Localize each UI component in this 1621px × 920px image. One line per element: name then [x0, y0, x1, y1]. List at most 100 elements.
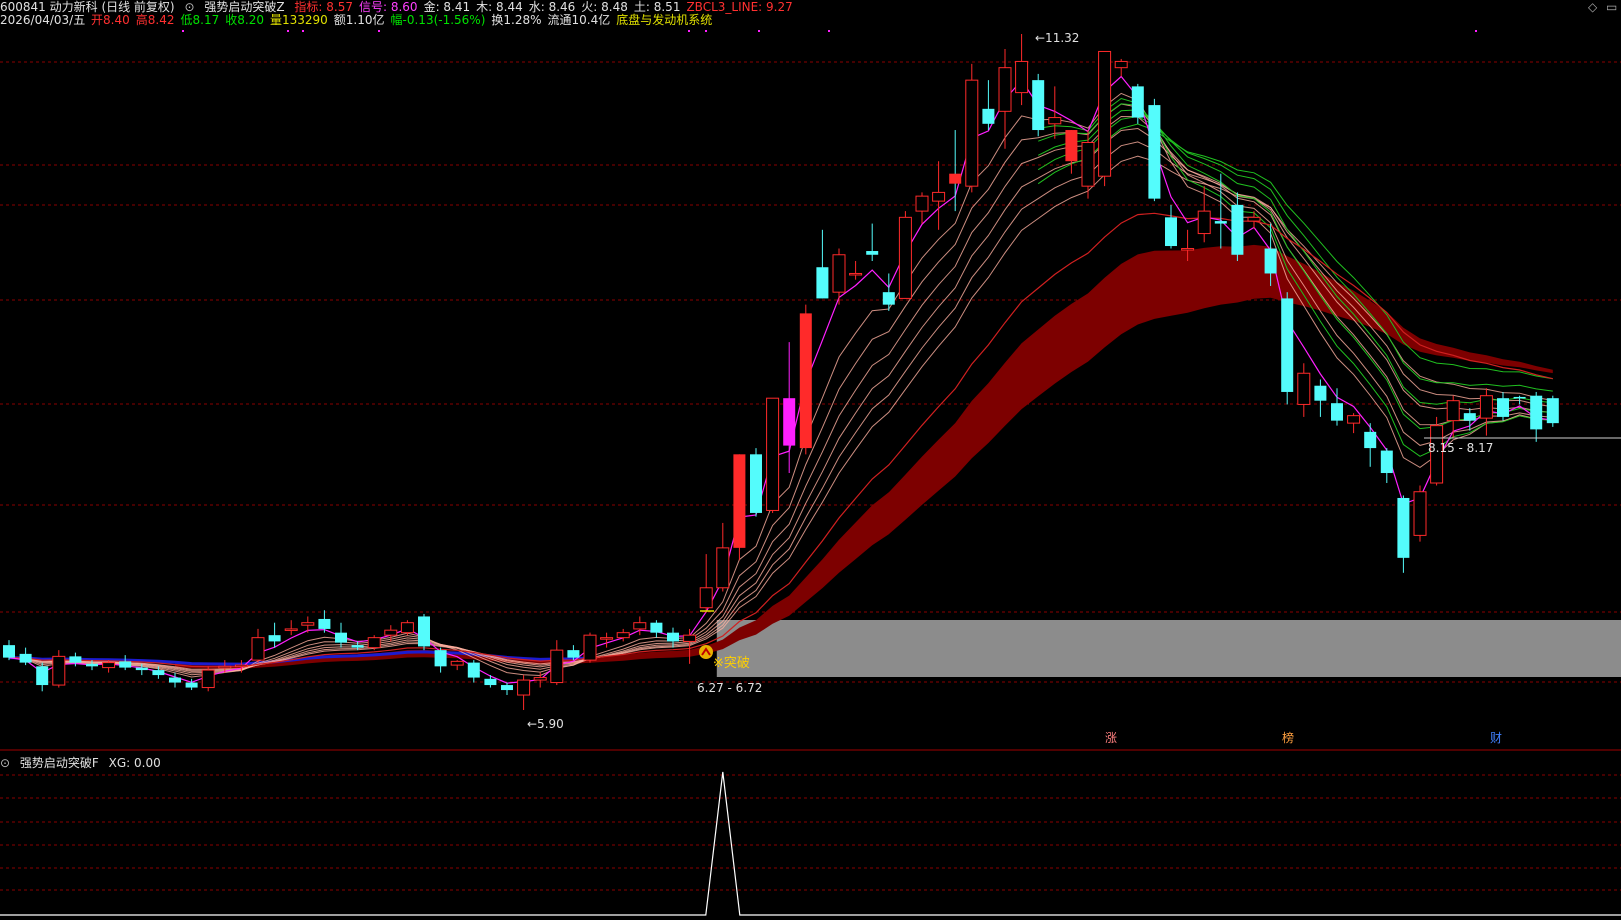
candle-body-25: [418, 616, 430, 647]
candle-body-6: [102, 662, 116, 669]
candle-body-55: [915, 195, 929, 212]
candle-body-0: [3, 645, 15, 658]
candle-body-77: [1281, 298, 1294, 392]
high-label: ←11.32: [1035, 31, 1079, 45]
candle-body-50: [832, 254, 846, 293]
top-dot-6: [758, 30, 760, 32]
candle-body-89: [1479, 395, 1493, 419]
candle-body-5: [86, 663, 98, 667]
ma-fan-up-5: [8, 155, 1553, 670]
candle-body-60: [998, 67, 1012, 112]
candle-body-53: [882, 292, 895, 305]
event-tag-2: 财: [1490, 731, 1502, 745]
candle-body-41: [683, 634, 697, 642]
top-dot-7: [828, 30, 830, 32]
candle-body-30: [501, 685, 513, 691]
candle-body-7: [119, 661, 132, 668]
event-tag-0: 涨: [1105, 730, 1117, 745]
candle-body-22: [367, 637, 381, 649]
candle-body-51: [849, 272, 863, 276]
candle-body-66: [1098, 50, 1112, 177]
top-dot-0: [182, 30, 184, 32]
candle-body-38: [633, 622, 647, 630]
candle-body-74: [1231, 204, 1244, 255]
candle-body-45: [750, 454, 762, 513]
xg-signal-line: [0, 771, 1621, 916]
top-dot-8: [1475, 30, 1477, 32]
right-range-label: 8.15 - 8.17: [1428, 441, 1493, 455]
candle-body-26: [434, 650, 447, 667]
top-dot-3: [378, 30, 380, 32]
top-dot-4: [688, 30, 690, 32]
candle-body-72: [1197, 210, 1211, 235]
candle-body-49: [816, 267, 829, 299]
candle-body-56: [932, 191, 946, 202]
candle-body-4: [69, 656, 82, 663]
top-dot-5: [705, 30, 707, 32]
ma-fan-up-4: [8, 141, 1553, 671]
candle-body-70: [1165, 217, 1177, 247]
candle-body-65: [1081, 142, 1095, 187]
candle-body-54: [898, 216, 912, 299]
candle-body-12: [201, 669, 215, 689]
candle-body-36: [600, 637, 614, 640]
candle-body-23: [384, 629, 398, 636]
ma-fan-green-3: [1037, 115, 1553, 392]
candle-body-83: [1380, 450, 1393, 474]
top-dot-1: [287, 30, 289, 32]
trend-band: [175, 244, 1553, 669]
candle-body-27: [450, 660, 464, 666]
candle-body-88: [1463, 413, 1476, 421]
candle-body-10: [169, 677, 181, 683]
candle-body-81: [1347, 415, 1361, 424]
candle-body-73: [1214, 221, 1227, 224]
price-chart[interactable]: ←11.32 ←5.90 6.27 - 6.72 8.15 - 8.17 ※突破涨 榜 财: [0, 0, 1621, 920]
candle-body-9: [152, 670, 165, 676]
candle-body-19: [318, 618, 331, 629]
candle-body-21: [351, 645, 364, 648]
candle-body-67: [1114, 60, 1128, 69]
candle-body-52: [866, 251, 879, 255]
candle-body-59: [982, 108, 995, 124]
candle-body-63: [1048, 117, 1062, 125]
candle-body-16: [268, 635, 281, 642]
candle-body-82: [1364, 431, 1377, 449]
candle-body-47: [783, 398, 796, 446]
candle-body-75: [1247, 216, 1261, 222]
candle-body-35: [583, 634, 597, 661]
candle-body-28: [467, 662, 480, 678]
candle-body-31: [517, 679, 531, 696]
candle-body-15: [251, 637, 265, 661]
candle-body-8: [135, 667, 148, 671]
candle-body-68: [1131, 86, 1144, 118]
top-dot-2: [302, 30, 304, 32]
low-label: ←5.90: [527, 717, 564, 731]
candle-body-78: [1297, 372, 1311, 405]
candle-body-85: [1413, 491, 1427, 536]
candle-body-24: [400, 622, 414, 634]
left-range-label: 6.27 - 6.72: [697, 681, 762, 695]
candle-body-80: [1331, 403, 1343, 421]
candle-body-90: [1497, 398, 1509, 417]
candle-body-40: [667, 632, 679, 642]
candle-body-64: [1065, 130, 1078, 162]
breakout-zone: [716, 620, 1621, 677]
candle-body-13: [218, 665, 232, 669]
candle-body-58: [965, 79, 979, 187]
candle-body-62: [1032, 80, 1045, 131]
candle-body-71: [1181, 248, 1195, 251]
candle-body-39: [650, 622, 663, 633]
candle-body-61: [1015, 60, 1029, 94]
candle-body-43: [716, 547, 730, 589]
candle-body-57: [949, 173, 962, 184]
breakout-label: ※突破: [713, 655, 750, 671]
candle-body-11: [185, 682, 198, 688]
candle-body-1: [19, 653, 32, 663]
candle-body-20: [335, 632, 347, 643]
candle-body-37: [616, 632, 630, 639]
candle-body-14: [234, 664, 248, 668]
ma-fan-green-4: [1037, 123, 1553, 380]
candle-body-18: [301, 622, 315, 626]
event-tag-1: 榜: [1282, 730, 1294, 745]
candle-body-3: [52, 655, 66, 686]
